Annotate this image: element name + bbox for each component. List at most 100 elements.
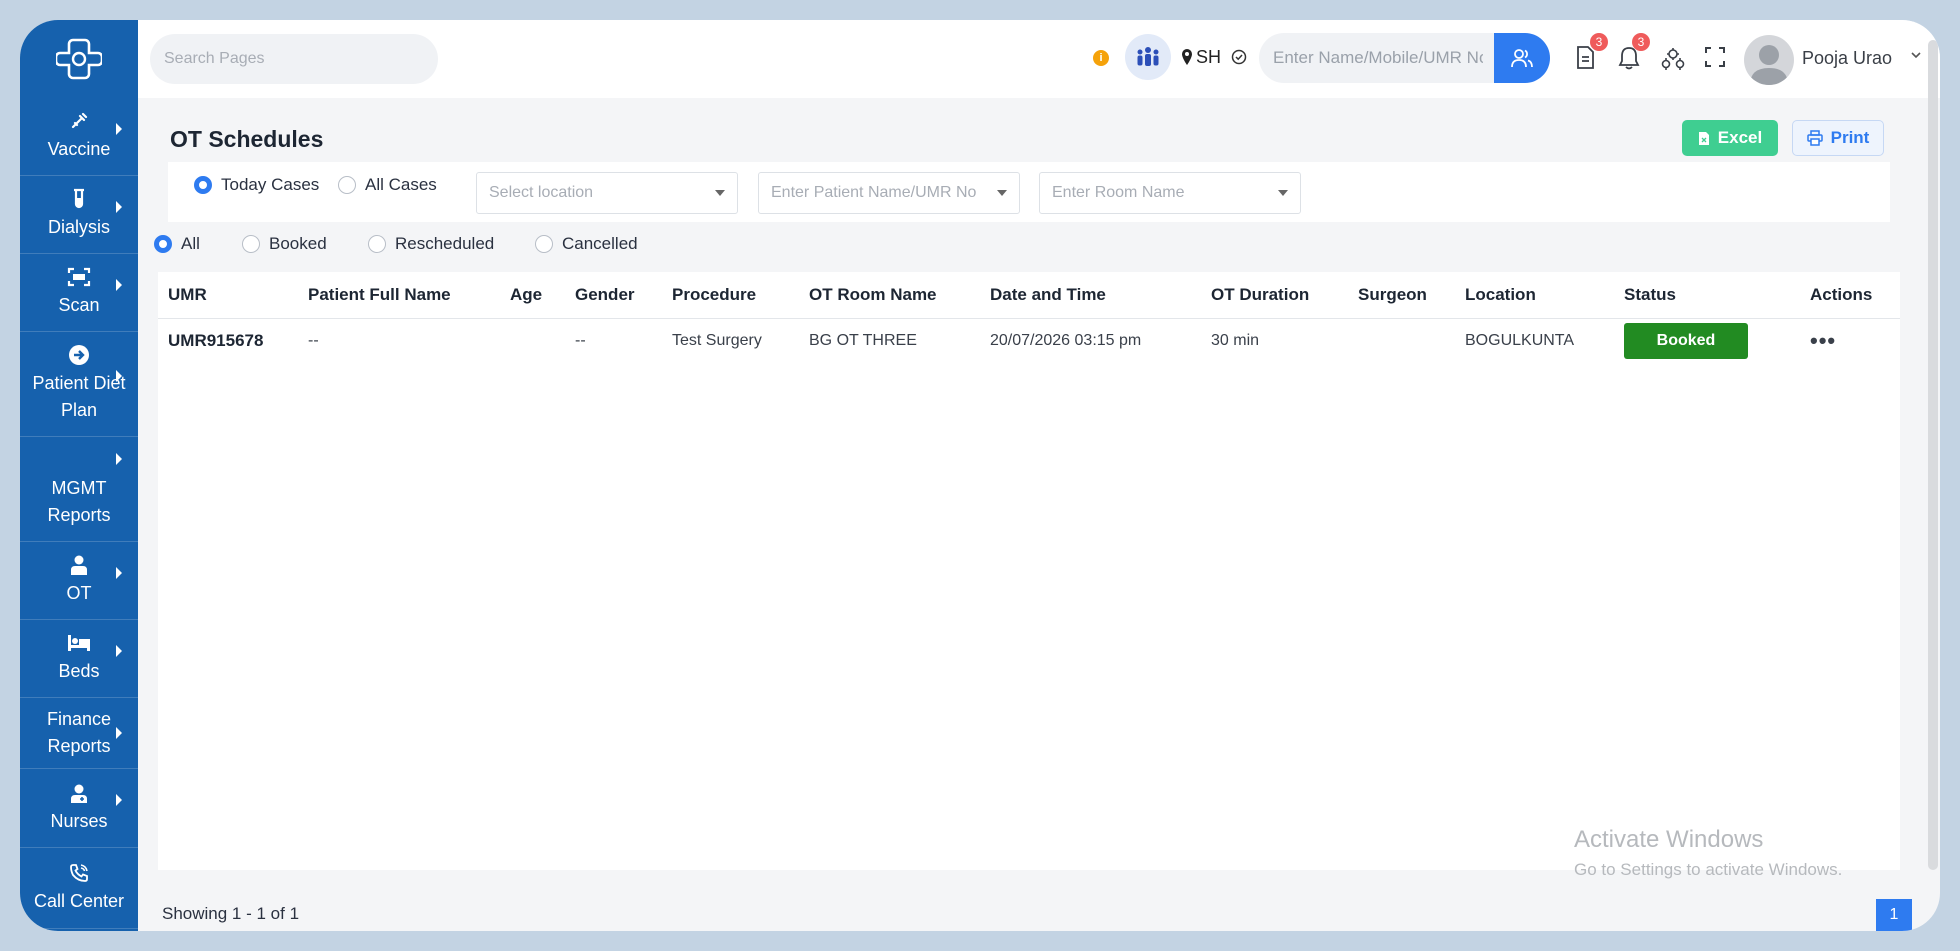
sidebar-item-label: Beds [58,661,100,681]
caret-right-icon [116,278,122,291]
select-placeholder: Select location [489,184,594,201]
sidebar: Vaccine Dialysis Scan Patient Diet Plan [20,20,138,931]
doctor-icon [70,554,88,576]
location-code[interactable]: SH [1196,47,1221,68]
sidebar-item-ot[interactable]: OT [20,542,138,620]
radio-status-rescheduled[interactable]: Rescheduled [368,234,494,254]
sidebar-item-label: Scan [58,295,100,315]
sidebar-item-dialysis[interactable]: Dialysis [20,176,138,254]
cell-datetime: 20/07/2026 03:15 pm [990,332,1142,349]
column-header[interactable]: Patient Full Name [308,272,510,319]
select-placeholder: Enter Room Name [1052,184,1185,201]
nurse-icon [69,782,89,804]
patient-search-input[interactable] [1259,33,1497,83]
column-header[interactable]: Gender [575,272,672,319]
cell-room: BG OT THREE [809,332,917,349]
ot-schedule-table-card: UMR Patient Full Name Age Gender Procedu… [158,272,1900,870]
pagination-summary: Showing 1 - 1 of 1 [162,904,300,923]
page-title: OT Schedules [170,126,324,152]
sidebar-item-mgmt-reports[interactable]: MGMT Reports [20,437,138,542]
cell-location: BOGULKUNTA [1465,332,1575,349]
app-window: Vaccine Dialysis Scan Patient Diet Plan [20,20,1940,931]
patient-select[interactable]: Enter Patient Name/UMR No [758,172,1020,214]
radio-status-cancelled[interactable]: Cancelled [535,234,638,254]
sidebar-item-scan[interactable]: Scan [20,254,138,332]
sidebar-item-label: Dialysis [47,217,110,237]
sidebar-item-nurses[interactable]: Nurses [20,769,138,848]
caret-right-icon [116,727,122,739]
vertical-scrollbar[interactable] [1928,40,1938,870]
cell-actions: ••• [1810,319,1900,364]
radio-label: Rescheduled [395,234,495,253]
room-select[interactable]: Enter Room Name [1039,172,1301,214]
test-tube-icon [72,188,86,210]
chevron-down-icon[interactable] [1910,50,1922,60]
user-name[interactable]: Pooja Urao [1802,48,1892,69]
check-circle-icon[interactable] [1231,49,1247,65]
cell-gender: -- [575,332,586,349]
radio-label: All [181,234,200,253]
settings-gears-icon[interactable] [1660,46,1686,72]
sidebar-item-label: Vaccine [47,139,111,159]
cell-umr[interactable]: UMR915678 [158,319,308,364]
column-header[interactable]: Surgeon [1358,272,1465,319]
caret-down-icon [997,190,1007,196]
sidebar-item-finance-reports[interactable]: Finance Reports [20,698,138,769]
radio-status-all[interactable]: All [154,234,200,254]
table-row[interactable]: UMR915678 -- -- Test Surgery BG OT THREE… [158,319,1900,364]
cell-age [510,319,575,364]
scan-icon [67,266,91,288]
column-header[interactable]: Age [510,272,575,319]
radio-label: All Cases [365,175,437,194]
sidebar-item-label: Call Center [33,890,125,911]
search-pages-input[interactable] [150,34,438,84]
avatar[interactable] [1744,35,1794,85]
caret-down-icon [715,190,725,196]
sidebar-item-patient-diet-plan[interactable]: Patient Diet Plan [20,332,138,437]
patient-search-button[interactable] [1494,33,1550,83]
caret-down-icon [1278,190,1288,196]
location-pin-icon [1182,49,1192,65]
column-header[interactable]: Procedure [672,272,809,319]
radio-status-booked[interactable]: Booked [242,234,327,254]
column-header[interactable]: OT Duration [1211,272,1358,319]
caret-right-icon [116,122,122,135]
location-select[interactable]: Select location [476,172,738,214]
sidebar-item-call-center[interactable]: Call Center [20,848,138,929]
sidebar-item-vaccine[interactable]: Vaccine [20,98,138,176]
group-users-button[interactable] [1125,34,1171,80]
radio-unchecked-icon [535,235,553,253]
radio-label: Booked [269,234,327,253]
sidebar-item-beds[interactable]: Beds [20,620,138,698]
caret-right-icon [116,644,122,657]
column-header[interactable]: Date and Time [990,272,1211,319]
excel-export-button[interactable]: Excel [1682,120,1778,156]
caret-right-icon [116,370,122,382]
column-header[interactable]: OT Room Name [809,272,990,319]
group-users-icon [1137,47,1159,66]
column-header[interactable]: Status [1624,272,1810,319]
radio-unchecked-icon [242,235,260,253]
cell-procedure: Test Surgery [672,332,762,349]
info-icon[interactable]: i [1093,50,1109,66]
caret-right-icon [116,200,122,213]
column-header[interactable]: Location [1465,272,1624,319]
radio-checked-icon [194,176,212,194]
radio-unchecked-icon [368,235,386,253]
column-header[interactable]: Actions [1810,272,1900,319]
pagination-page-1[interactable]: 1 [1876,899,1912,931]
document-icon[interactable] [1575,46,1595,70]
fullscreen-icon[interactable] [1704,46,1726,68]
column-header[interactable]: UMR [158,272,308,319]
activate-windows-title: Activate Windows [1574,826,1764,853]
radio-today-cases[interactable]: Today Cases [194,175,319,195]
caret-right-icon [116,794,122,806]
print-button[interactable]: Print [1792,120,1884,156]
more-actions-icon[interactable]: ••• [1810,328,1836,353]
sidebar-item-label: Nurses [50,810,108,831]
radio-all-cases[interactable]: All Cases [338,175,437,195]
ot-schedule-table: UMR Patient Full Name Age Gender Procedu… [158,272,1900,363]
user-avatar-icon [1750,45,1788,85]
cell-duration: 30 min [1211,332,1260,349]
app-logo[interactable] [20,20,138,98]
